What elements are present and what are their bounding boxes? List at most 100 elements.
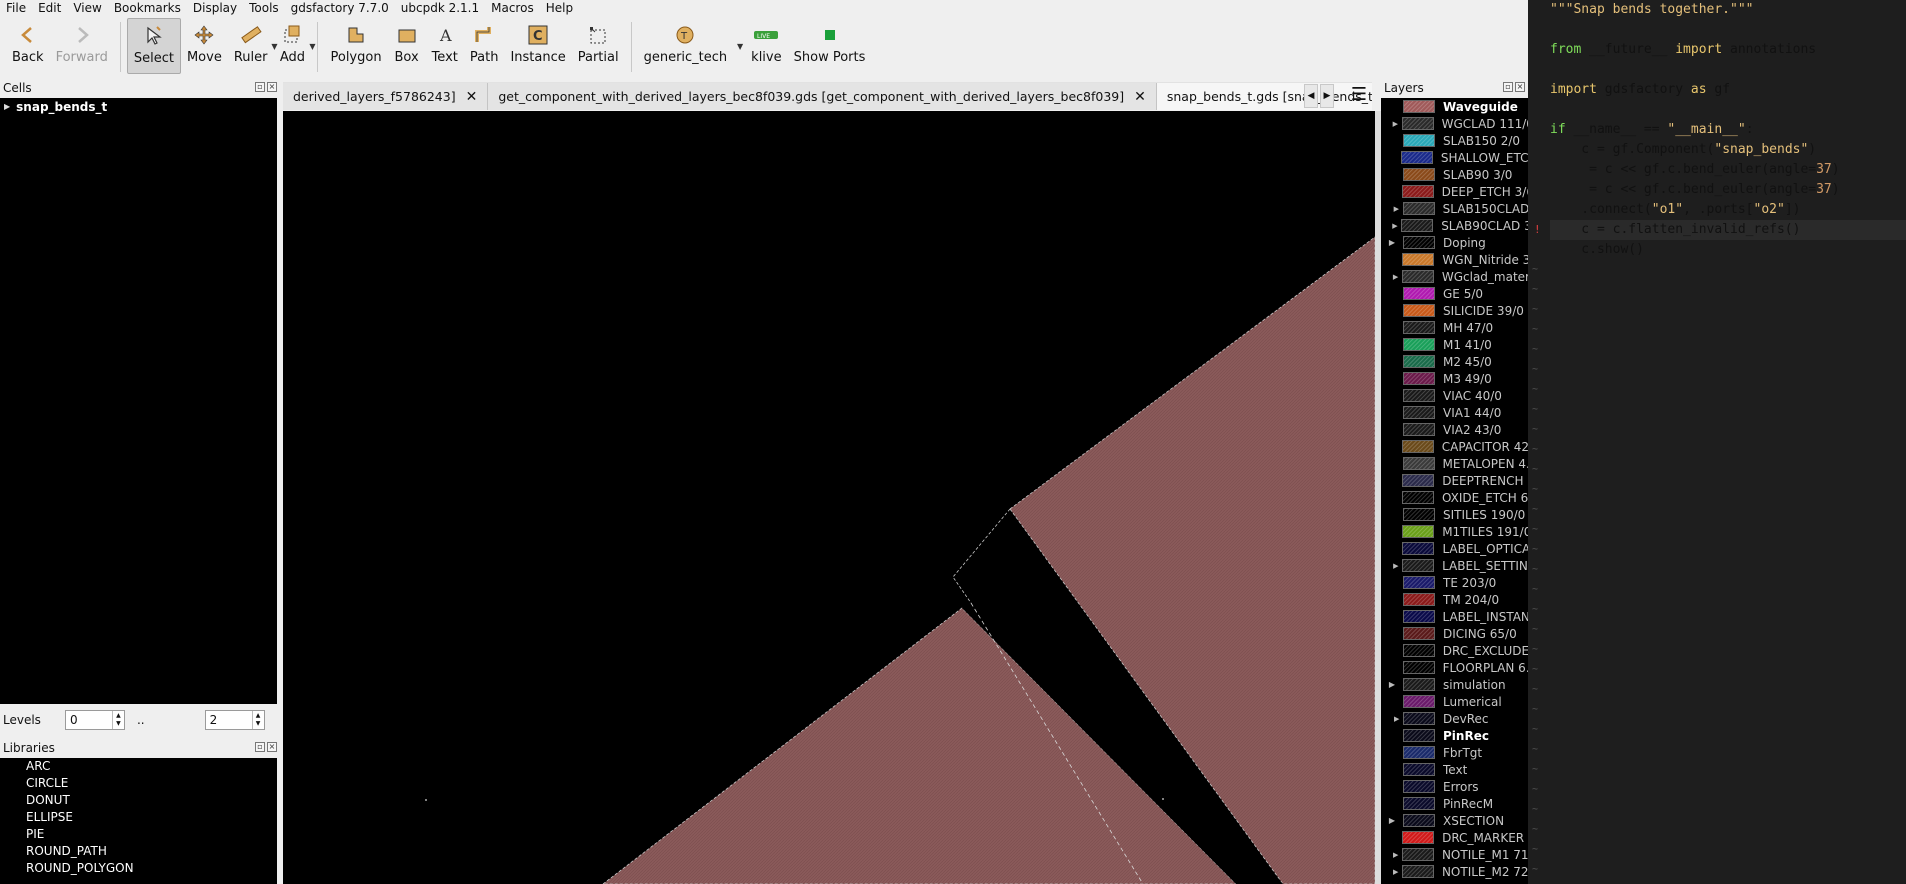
layer-item[interactable]: M1TILES 191/0 bbox=[1381, 523, 1528, 540]
chevron-down-icon[interactable]: ▼ bbox=[309, 42, 315, 51]
instance-button[interactable]: C Instance bbox=[504, 18, 571, 74]
layer-item[interactable]: ▶ WGclad_mater. bbox=[1381, 268, 1528, 285]
forward-button[interactable]: Forward bbox=[50, 18, 114, 74]
close-icon[interactable]: × bbox=[267, 742, 277, 752]
layer-item[interactable]: OXIDE_ETCH 6/ bbox=[1381, 489, 1528, 506]
layer-item[interactable]: FLOORPLAN 6. bbox=[1381, 659, 1528, 676]
sublayer-arrow-icon[interactable]: ▶ bbox=[1394, 205, 1399, 213]
menu-help[interactable]: Help bbox=[540, 0, 579, 16]
library-item[interactable]: DONUT bbox=[0, 792, 277, 809]
layer-item[interactable]: DEEPTRENCH . bbox=[1381, 472, 1528, 489]
layer-item[interactable]: LABEL_INSTAN bbox=[1381, 608, 1528, 625]
sublayer-arrow-icon[interactable]: ▶ bbox=[1393, 851, 1398, 859]
cell-tree-item[interactable]: ▶ snap_bends_t bbox=[0, 98, 277, 115]
code-line[interactable]: c = gf.Component("snap_bends") bbox=[1550, 140, 1906, 160]
layer-item[interactable]: PinRec bbox=[1381, 727, 1528, 744]
layer-item[interactable]: CAPACITOR 42/ bbox=[1381, 438, 1528, 455]
code-line[interactable] bbox=[1550, 100, 1906, 120]
layer-item[interactable]: ▶ WGCLAD 111/0 bbox=[1381, 115, 1528, 132]
layer-item[interactable]: M3 49/0 bbox=[1381, 370, 1528, 387]
sublayer-arrow-icon[interactable]: ▶ bbox=[1393, 562, 1398, 570]
close-icon[interactable]: × bbox=[267, 82, 277, 92]
expand-arrow-icon[interactable]: ▶ bbox=[1381, 680, 1403, 689]
menu-display[interactable]: Display bbox=[187, 0, 243, 16]
layer-item[interactable]: SHALLOW_ETCH bbox=[1381, 149, 1528, 166]
layer-item[interactable]: M1 41/0 bbox=[1381, 336, 1528, 353]
library-item[interactable]: ARC bbox=[0, 758, 277, 775]
partial-button[interactable]: Partial bbox=[572, 18, 625, 74]
code-line[interactable]: import gdsfactory as gf bbox=[1550, 80, 1906, 100]
layout-tab[interactable]: get_component_with_derived_layers_bec8f0… bbox=[488, 83, 1157, 110]
layer-item[interactable]: DEEP_ETCH 3/6 bbox=[1381, 183, 1528, 200]
float-panel-icon[interactable]: ▫ bbox=[255, 742, 265, 752]
layer-item[interactable]: SITILES 190/0 bbox=[1381, 506, 1528, 523]
layer-item[interactable]: GE 5/0 bbox=[1381, 285, 1528, 302]
chevron-down-icon[interactable]: ▼ bbox=[737, 42, 743, 51]
layer-item[interactable]: Waveguide bbox=[1381, 98, 1528, 115]
sublayer-arrow-icon[interactable]: ▶ bbox=[1392, 222, 1397, 230]
menu-macros[interactable]: Macros bbox=[485, 0, 540, 16]
tab-scroll-right-icon[interactable]: ▶ bbox=[1320, 84, 1334, 108]
expand-arrow-icon[interactable]: ▶ bbox=[4, 102, 10, 111]
layer-item[interactable]: VIA2 43/0 bbox=[1381, 421, 1528, 438]
layer-item[interactable]: PinRecM bbox=[1381, 795, 1528, 812]
layer-item[interactable]: TM 204/0 bbox=[1381, 591, 1528, 608]
layer-item[interactable]: Text bbox=[1381, 761, 1528, 778]
layout-tab[interactable]: snap_bends_t.gds [snap_bends_t]✕ bbox=[1156, 83, 1372, 110]
levels-to-spinbox[interactable]: 2 ▲ ▼ bbox=[204, 710, 265, 730]
sublayer-arrow-icon[interactable]: ▶ bbox=[1393, 120, 1398, 128]
sublayer-arrow-icon[interactable]: ▶ bbox=[1394, 715, 1399, 723]
levels-from-spinbox[interactable]: 0 ▲ ▼ bbox=[64, 710, 125, 730]
ruler-button[interactable]: Ruler ▼ bbox=[228, 18, 277, 74]
layer-item[interactable]: ▶ Doping bbox=[1381, 234, 1528, 251]
layer-item[interactable]: VIA1 44/0 bbox=[1381, 404, 1528, 421]
library-item[interactable]: CIRCLE bbox=[0, 775, 277, 792]
code-editor[interactable]: ! ~ ~ ~ ~ ~ ~ ~ ~ ~ ~ ~ ~ ~ ~ ~ ~ ~ ~ ~ ~ ~ ~ ~ ~ ~ ~ ~ ~ ~ ~ ~ """Snap… bbox=[1528, 0, 1906, 884]
close-tab-icon[interactable]: ✕ bbox=[1134, 89, 1146, 105]
library-item[interactable]: ROUND_POLYGON bbox=[0, 860, 277, 877]
layer-item[interactable]: ▶ NOTILE_M2 72. bbox=[1381, 863, 1528, 880]
layer-item[interactable]: ▶ SLAB150CLAD bbox=[1381, 200, 1528, 217]
layer-item[interactable]: SILICIDE 39/0 bbox=[1381, 302, 1528, 319]
code-line[interactable]: c = c.flatten_invalid_refs() bbox=[1550, 220, 1906, 240]
layer-item[interactable]: ▶ simulation bbox=[1381, 676, 1528, 693]
expand-arrow-icon[interactable]: ▶ bbox=[1381, 238, 1403, 247]
menu-file[interactable]: File bbox=[0, 0, 32, 16]
menu-edit[interactable]: Edit bbox=[32, 0, 67, 16]
tech-button[interactable]: T generic_tech ▼ bbox=[638, 18, 743, 74]
code-line[interactable] bbox=[1550, 60, 1906, 80]
code-line[interactable]: from __future__ import annotations bbox=[1550, 40, 1906, 60]
cells-tree[interactable]: ▶ snap_bends_t bbox=[0, 98, 277, 704]
menu-bookmarks[interactable]: Bookmarks bbox=[108, 0, 187, 16]
float-panel-icon[interactable]: ▫ bbox=[255, 82, 265, 92]
menu-ubcpdk-2-1-1[interactable]: ubcpdk 2.1.1 bbox=[395, 0, 485, 16]
layer-item[interactable]: SLAB90 3/0 bbox=[1381, 166, 1528, 183]
box-button[interactable]: Box bbox=[388, 18, 426, 74]
layer-item[interactable]: M2 45/0 bbox=[1381, 353, 1528, 370]
layer-item[interactable]: ▶ SLAB90CLAD 3/ bbox=[1381, 217, 1528, 234]
tab-scroll-left-icon[interactable]: ◀ bbox=[1304, 84, 1318, 108]
code-line[interactable]: = c << gf.c.bend_euler(angle=37) bbox=[1550, 160, 1906, 180]
menu-tools[interactable]: Tools bbox=[243, 0, 285, 16]
close-icon[interactable]: × bbox=[1515, 82, 1525, 92]
layer-item[interactable]: MH 47/0 bbox=[1381, 319, 1528, 336]
klive-button[interactable]: LIVE klive bbox=[745, 18, 787, 74]
hamburger-menu-icon[interactable]: ☰ bbox=[1346, 84, 1372, 108]
expand-arrow-icon[interactable]: ▶ bbox=[1381, 816, 1403, 825]
code-line[interactable]: = c << gf.c.bend_euler(angle=37) bbox=[1550, 180, 1906, 200]
code-line[interactable]: c.show() bbox=[1550, 240, 1906, 260]
layer-item[interactable]: FbrTgt bbox=[1381, 744, 1528, 761]
layer-item[interactable]: Errors bbox=[1381, 778, 1528, 795]
layer-item[interactable]: DRC_MARKER . bbox=[1381, 829, 1528, 846]
menu-gdsfactory-7-7-0[interactable]: gdsfactory 7.7.0 bbox=[285, 0, 395, 16]
spin-arrows-icon[interactable]: ▲ ▼ bbox=[111, 711, 124, 729]
layer-item[interactable]: DRC_EXCLUDE bbox=[1381, 642, 1528, 659]
library-item[interactable]: ELLIPSE bbox=[0, 809, 277, 826]
sublayer-arrow-icon[interactable]: ▶ bbox=[1393, 868, 1398, 876]
layer-item[interactable]: ▶ DevRec bbox=[1381, 710, 1528, 727]
add-button[interactable]: Add ▼ bbox=[273, 18, 315, 74]
library-item[interactable]: PIE bbox=[0, 826, 277, 843]
layer-item[interactable]: LABEL_OPTICA bbox=[1381, 540, 1528, 557]
library-item[interactable]: ROUND_PATH bbox=[0, 843, 277, 860]
sublayer-arrow-icon[interactable]: ▶ bbox=[1393, 273, 1398, 281]
